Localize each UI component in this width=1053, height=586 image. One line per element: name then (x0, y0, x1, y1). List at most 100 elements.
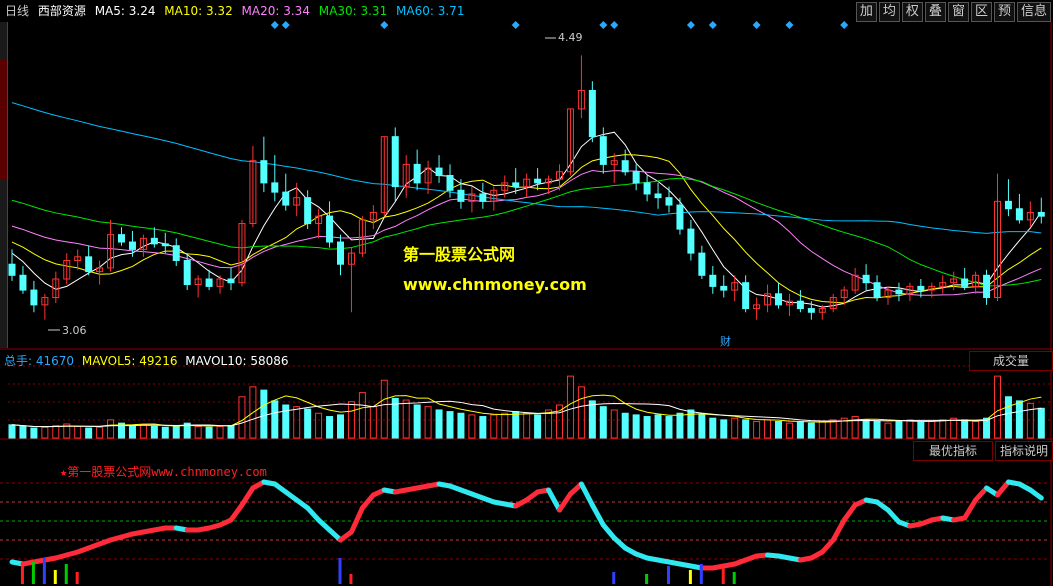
candle-down (1037, 211, 1045, 217)
volume-bar (435, 409, 443, 439)
volume-bar (566, 375, 574, 439)
event-marker-icon (270, 21, 279, 29)
candle-down (742, 282, 750, 310)
event-marker-icon (708, 21, 717, 29)
candle-down (796, 300, 804, 310)
candle-down (118, 234, 125, 243)
stock-name: 西部资源 (37, 4, 86, 18)
ma5-value: MA5: 3.24 (94, 4, 156, 18)
candle-down (698, 252, 706, 276)
volume-bar (326, 416, 334, 439)
candle-down (632, 171, 640, 184)
volume-bar (545, 409, 553, 439)
candle-down (643, 182, 651, 195)
volume-bar (632, 414, 640, 439)
volume-bar (468, 414, 476, 439)
ma30-value: MA30: 3.31 (318, 4, 388, 18)
low-price-label: 3.06 (62, 324, 87, 337)
volume-bar (895, 421, 903, 439)
volume-button[interactable]: 成交量 (969, 351, 1053, 371)
volume-bar (260, 389, 268, 439)
signal-bar (688, 570, 692, 584)
best-indicator-button[interactable]: 最优指标 (913, 441, 993, 461)
indicator-segment (841, 502, 858, 523)
signal-bar (53, 570, 57, 584)
volume-bar (402, 399, 410, 439)
indicator-segment (1027, 487, 1044, 501)
indicator-segment (546, 487, 562, 513)
candle-down (161, 243, 169, 247)
candle-down (30, 289, 38, 306)
signal-bar (732, 572, 736, 584)
candle-down (1004, 200, 1012, 210)
volume-bar (807, 422, 815, 439)
toolbar-button-range[interactable]: 区 (970, 2, 992, 22)
volume-bar (41, 426, 49, 439)
candle-down (337, 241, 344, 265)
toolbar-button-rights[interactable]: 权 (901, 2, 923, 22)
volume-bar (358, 392, 366, 439)
candle-down (665, 197, 673, 206)
indicator-segment (589, 502, 606, 528)
volume-bar (161, 426, 169, 439)
signal-bar (699, 564, 703, 584)
toolbar-button-overlay[interactable]: 叠 (924, 2, 946, 22)
toolbar-button-info[interactable]: 信息 (1016, 2, 1051, 22)
volume-bar (19, 425, 27, 439)
volume-bar (709, 417, 717, 439)
volume-bar (720, 419, 728, 439)
volume-bar (983, 417, 991, 439)
volume-bar (282, 404, 290, 439)
candle-down (720, 285, 728, 291)
candle-down (873, 282, 881, 298)
volume-bar (150, 425, 158, 439)
volume-bar (764, 419, 772, 439)
candle-down (85, 256, 93, 273)
volume-bar (523, 412, 531, 439)
candle-down (807, 308, 815, 313)
volume-bar (293, 406, 301, 439)
volume-bar (205, 426, 213, 439)
volume-header: 总手: 41670 MAVOL5: 49216 MAVOL10: 58086 (0, 352, 289, 370)
volume-bar (917, 421, 925, 439)
event-marker-icon (380, 21, 389, 29)
volume-bar (742, 419, 750, 439)
candle-down (8, 263, 16, 276)
toolbar-button-average[interactable]: 均 (878, 2, 900, 22)
indicator-explain-button[interactable]: 指标说明 (995, 441, 1053, 461)
toolbar-button-forecast[interactable]: 预 (993, 2, 1015, 22)
event-marker-icon (840, 21, 849, 29)
toolbar-button-add[interactable]: 加 (855, 2, 877, 22)
candle-down (19, 274, 27, 291)
volume-bar (457, 412, 465, 439)
volume-bar (599, 406, 607, 439)
candle-down (183, 260, 191, 286)
candle-down (413, 163, 421, 184)
toolbar: 加 均 权 叠 窗 区 预 信息 (854, 2, 1051, 22)
candle-down (917, 285, 925, 291)
signal-bar (31, 562, 35, 584)
ma10-value: MA10: 3.32 (164, 4, 233, 18)
indicator-segment (348, 505, 365, 535)
candle-down (588, 89, 596, 138)
indicator-segment (962, 497, 979, 521)
candle-down (391, 136, 399, 188)
signal-bar (75, 572, 79, 584)
volume-bar (512, 411, 520, 439)
toolbar-button-window[interactable]: 窗 (947, 2, 969, 22)
volume-bar (829, 419, 837, 439)
volume-bar (139, 424, 147, 439)
volume-bar (621, 412, 629, 439)
left-side-tab-active[interactable] (0, 60, 8, 180)
volume-bar (315, 412, 323, 439)
signal-bar (667, 566, 670, 584)
finance-marker[interactable]: 财 (720, 333, 731, 349)
volume-bar (588, 400, 596, 439)
volume-bar (731, 417, 739, 439)
event-marker-icon (511, 21, 520, 29)
candle-down (687, 228, 695, 254)
candle-down (534, 178, 542, 184)
candle-down (150, 237, 158, 245)
candle-down (282, 191, 290, 206)
stock-chart-window: 日线 西部资源 MA5: 3.24 MA10: 3.32 MA20: 3.34 … (0, 0, 1053, 586)
